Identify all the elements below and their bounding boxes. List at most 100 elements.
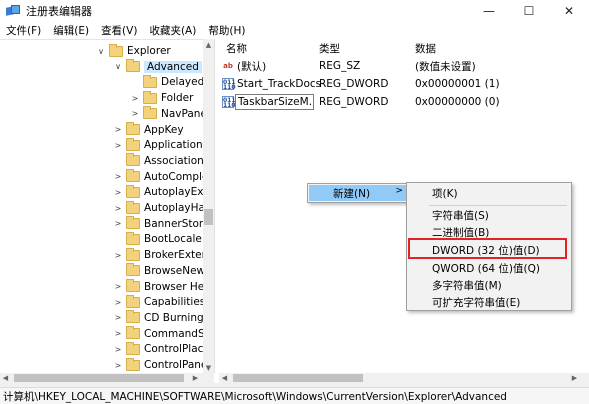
value-type: REG_DWORD xyxy=(319,78,389,90)
scroll-up-icon[interactable]: ▲ xyxy=(203,39,214,50)
value-name: Start_TrackDocs xyxy=(237,78,322,90)
chevron-right-icon[interactable]: > xyxy=(113,125,123,134)
window-title: 注册表编辑器 xyxy=(26,5,92,18)
folder-icon xyxy=(126,137,140,151)
folder-icon xyxy=(126,122,140,135)
folder-icon xyxy=(126,263,140,277)
regedit-icon xyxy=(6,5,20,17)
tree-item-label: BootLocale xyxy=(144,233,202,246)
value-data: 0x00000001 (1) xyxy=(415,78,500,90)
tree-item-label: NavPane xyxy=(161,107,207,120)
list-hscroll-thumb[interactable] xyxy=(233,374,363,382)
chevron-right-icon[interactable]: > xyxy=(113,361,123,370)
folder-icon xyxy=(126,341,140,355)
folder-icon xyxy=(143,106,157,120)
tree-item-label: AppKey xyxy=(144,123,184,136)
chevron-right-icon[interactable]: > xyxy=(113,172,123,181)
folder-icon xyxy=(109,43,123,57)
tree-hscroll-thumb[interactable] xyxy=(14,374,184,382)
folder-icon xyxy=(126,231,140,245)
tree-item-label: Advanced xyxy=(144,60,202,73)
value-row-taskbarsize[interactable]: 011 110 TaskbarSizeM... REG_DWORD 0x00000… xyxy=(219,93,589,111)
scroll-down-icon[interactable]: ▼ xyxy=(203,362,214,373)
chevron-right-icon[interactable]: > xyxy=(113,219,123,228)
folder-icon xyxy=(143,90,157,104)
chevron-right-icon[interactable]: > xyxy=(113,298,123,307)
scroll-right-icon[interactable]: ▶ xyxy=(569,373,580,383)
chevron-right-icon[interactable]: > xyxy=(130,109,140,118)
menu-item-key[interactable]: 项(K) xyxy=(407,185,571,202)
folder-icon xyxy=(126,200,140,214)
chevron-right-icon[interactable]: > xyxy=(113,204,123,213)
tree-horizontal-scrollbar[interactable]: ◀ ▶ xyxy=(0,373,214,383)
column-header-type[interactable]: 类型 xyxy=(319,41,340,56)
tree-vertical-scrollbar[interactable]: ▲ ▼ xyxy=(203,39,214,373)
binary-value-icon: 011 110 xyxy=(222,96,236,109)
scroll-right-icon[interactable]: ▶ xyxy=(190,373,201,383)
menu-separator xyxy=(429,205,567,206)
context-menu: 新建(N) > xyxy=(307,183,411,203)
list-horizontal-scrollbar[interactable]: ◀ ▶ xyxy=(219,373,589,383)
maximize-button[interactable]: ☐ xyxy=(509,0,549,22)
chevron-right-icon[interactable]: > xyxy=(113,251,123,260)
title-bar: 注册表编辑器 — ☐ ✕ xyxy=(0,0,589,22)
menu-item-multi-string-value[interactable]: 多字符串值(M) xyxy=(407,277,571,294)
minimize-button[interactable]: — xyxy=(469,0,509,22)
list-header: 名称 类型 数据 xyxy=(219,39,589,57)
folder-icon xyxy=(126,326,140,340)
registry-path: 计算机\HKEY_LOCAL_MACHINE\SOFTWARE\Microsof… xyxy=(3,390,507,403)
value-row-start-trackdocs[interactable]: 011 110 Start_TrackDocs REG_DWORD 0x00000… xyxy=(219,75,589,93)
chevron-right-icon[interactable]: > xyxy=(113,282,123,291)
menu-favorites[interactable]: 收藏夹(A) xyxy=(143,23,202,38)
menu-help[interactable]: 帮助(H) xyxy=(202,23,251,38)
value-type: REG_DWORD xyxy=(319,96,389,108)
menu-item-new[interactable]: 新建(N) > xyxy=(309,185,409,201)
scroll-left-icon[interactable]: ◀ xyxy=(219,373,230,383)
chevron-right-icon[interactable]: > xyxy=(113,188,123,197)
tree-item-label: CD Burning xyxy=(144,311,204,324)
close-button[interactable]: ✕ xyxy=(549,0,589,22)
scroll-left-icon[interactable]: ◀ xyxy=(0,373,11,383)
tree-item-label: Explorer xyxy=(127,45,171,57)
chevron-right-icon[interactable]: > xyxy=(130,94,140,103)
menu-item-string-value[interactable]: 字符串值(S) xyxy=(407,207,571,224)
chevron-right-icon[interactable]: > xyxy=(113,329,123,338)
folder-icon xyxy=(126,279,140,292)
folder-icon xyxy=(126,153,140,167)
tree-item-label: BannerStore xyxy=(144,217,210,230)
chevron-right-icon[interactable]: > xyxy=(113,313,123,322)
chevron-down-icon[interactable]: ∨ xyxy=(96,47,106,56)
folder-icon xyxy=(126,357,140,371)
tree-item[interactable]: > ControlPanel xyxy=(113,356,210,373)
status-bar: 计算机\HKEY_LOCAL_MACHINE\SOFTWARE\Microsof… xyxy=(0,387,589,404)
menu-item-qword-value[interactable]: QWORD (64 位)值(Q) xyxy=(407,260,571,277)
column-header-data[interactable]: 数据 xyxy=(415,41,436,56)
folder-icon xyxy=(126,294,140,308)
value-row-default[interactable]: ab (默认) REG_SZ (数值未设置) xyxy=(219,57,589,75)
tree-item-label: Folder xyxy=(161,92,194,105)
value-type: REG_SZ xyxy=(319,60,361,72)
highlight-annotation xyxy=(408,238,567,259)
folder-icon xyxy=(126,184,140,198)
string-value-icon: ab xyxy=(222,60,234,72)
menu-item-new-label: 新建(N) xyxy=(333,187,371,200)
folder-icon xyxy=(126,59,140,73)
rename-input[interactable]: TaskbarSizeM... xyxy=(235,94,314,110)
registry-tree[interactable]: ∨ Explorer ∨ Advanced DelayedAp > Folder > NavPa… xyxy=(0,39,214,373)
menu-view[interactable]: 查看(V) xyxy=(95,23,143,38)
menu-item-expandable-string-value[interactable]: 可扩充字符串值(E) xyxy=(407,294,571,311)
chevron-right-icon[interactable]: > xyxy=(113,345,123,354)
tree-item-label: Capabilities xyxy=(144,296,206,309)
chevron-right-icon[interactable]: > xyxy=(113,141,123,150)
column-header-name[interactable]: 名称 xyxy=(226,41,247,56)
tree-item-label: ControlPanel xyxy=(144,359,211,371)
value-data: (数值未设置) xyxy=(415,60,476,73)
binary-value-icon: 011 110 xyxy=(222,78,236,91)
tree-item-label: Associations xyxy=(144,154,210,167)
folder-icon xyxy=(143,74,157,88)
menu-file[interactable]: 文件(F) xyxy=(0,23,47,38)
menu-edit[interactable]: 编辑(E) xyxy=(47,23,95,38)
tree-scroll-thumb[interactable] xyxy=(204,209,213,225)
chevron-down-icon[interactable]: ∨ xyxy=(113,62,123,71)
menu-bar: 文件(F) 编辑(E) 查看(V) 收藏夹(A) 帮助(H) xyxy=(0,22,589,39)
